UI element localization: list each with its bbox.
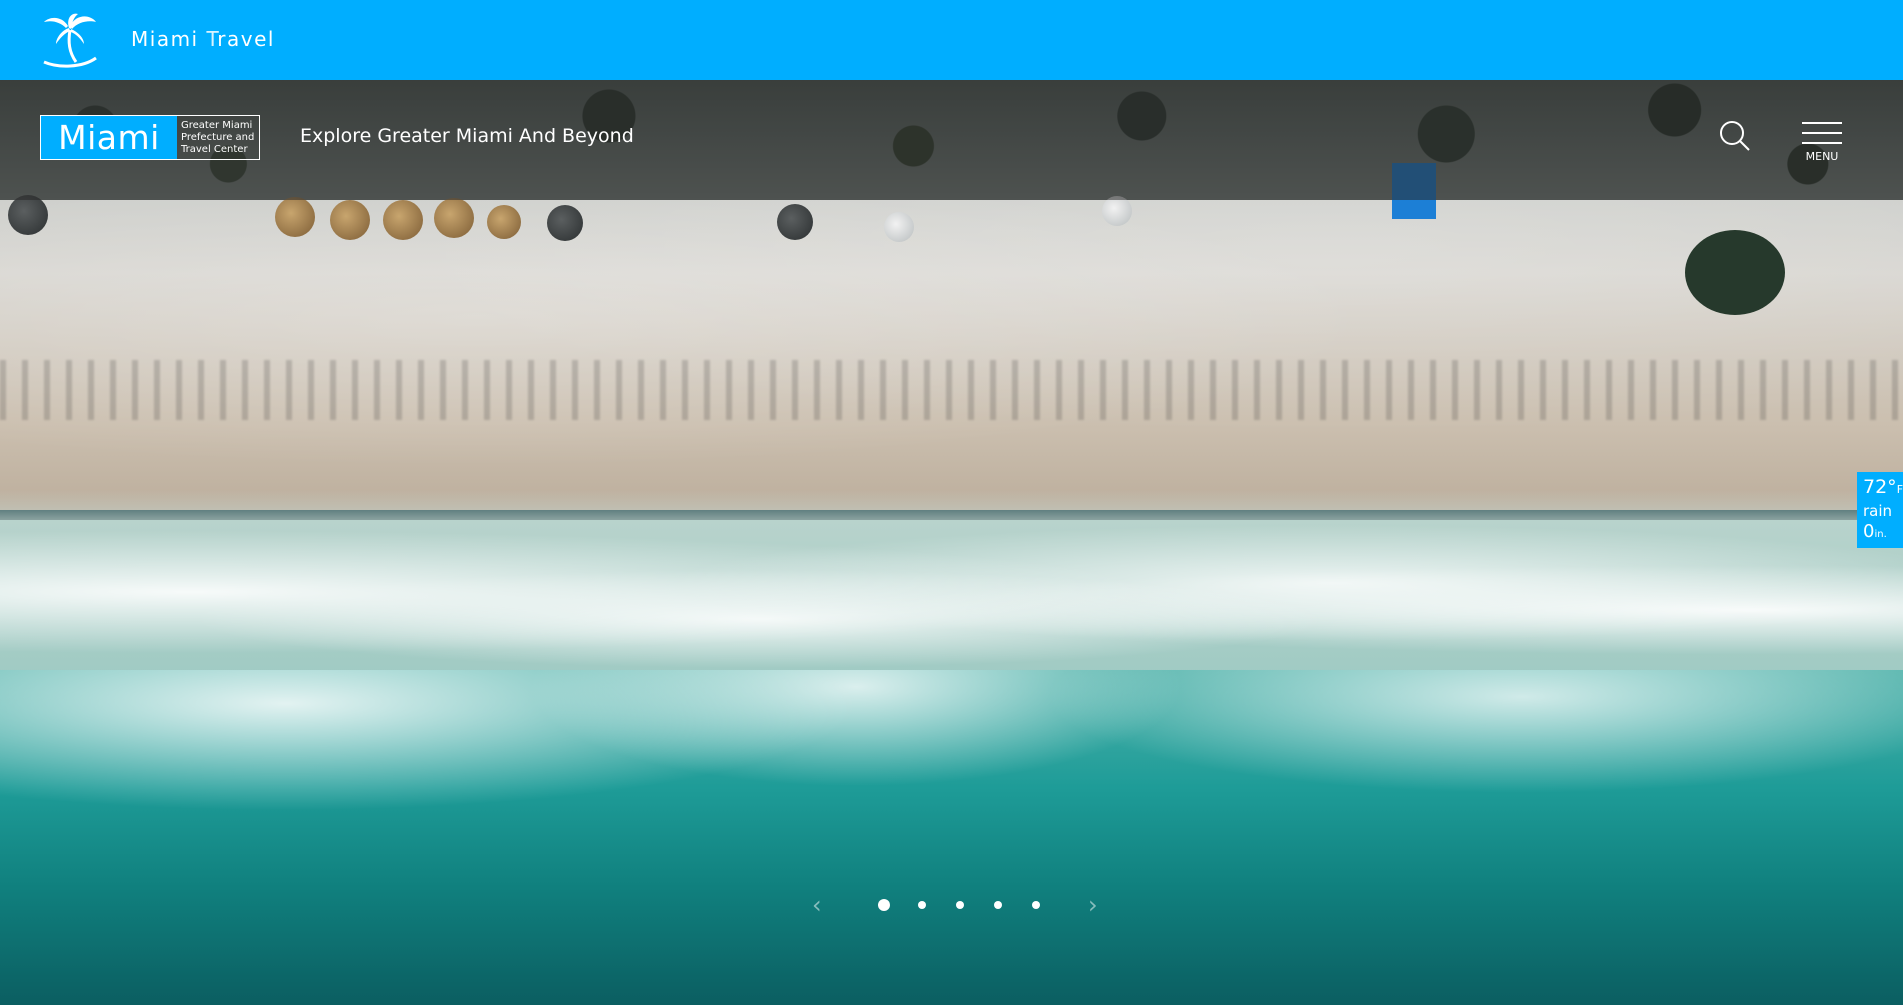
logo-sub-line: Greater Miami [181,119,253,131]
umbrella [383,200,423,240]
ocean [0,670,1903,1005]
umbrella [275,197,315,237]
umbrella [330,200,370,240]
seaweed-line [0,360,1903,420]
menu-button[interactable]: MENU [1800,122,1844,170]
slider-dot[interactable] [956,901,964,909]
weather-temp: 72°F [1863,476,1903,501]
umbrella [487,205,521,239]
weather-widget[interactable]: 72°F rain 0in. [1857,472,1903,548]
slider-dot[interactable] [1032,901,1040,909]
site-title-prefix: Miami [131,27,207,51]
logo-sub-line: Prefecture and [181,131,255,143]
umbrella [884,212,914,242]
menu-label: MENU [1805,150,1839,163]
miami-logo[interactable]: Miami Greater Miami Prefecture and Trave… [40,115,260,160]
hero-slider-controls: ‹ › [0,890,1903,920]
slider-dot[interactable] [918,901,926,909]
site-title-rest: ravel [217,27,275,51]
weather-condition: rain [1863,502,1893,520]
chevron-right-icon[interactable]: › [1088,893,1110,917]
logo-sub-line: Travel Center [181,143,248,155]
main-nav: Miami Greater Miami Prefecture and Trave… [0,80,1903,200]
umbrella [8,195,48,235]
weather-precip: 0in. [1863,521,1903,546]
weather-precip-value: 0 [1863,521,1875,542]
chevron-left-icon[interactable]: ‹ [812,893,834,917]
palm-tree-icon[interactable] [38,12,100,68]
search-button[interactable] [1719,120,1751,152]
hamburger-menu-icon [1800,122,1844,144]
site-title-t: T [206,27,218,51]
hero-image [0,80,1903,1005]
site-title[interactable]: Miami Travel [131,27,275,51]
umbrella [1102,196,1132,226]
slider-dot[interactable] [878,899,890,911]
logo-main-text: Miami [41,116,177,159]
umbrella [434,198,474,238]
slider-dot[interactable] [994,901,1002,909]
tagline: Explore Greater Miami And Beyond [300,125,634,147]
site-header: Miami Travel [0,0,1903,80]
logo-subtitle: Greater Miami Prefecture and Travel Cent… [177,116,259,159]
weather-temp-value: 72° [1863,476,1897,498]
umbrella [547,205,583,241]
shrub [1685,230,1785,315]
search-icon [1720,121,1750,151]
weather-precip-unit: in. [1874,529,1887,540]
weather-temp-unit: F [1896,483,1903,496]
umbrella [777,204,813,240]
